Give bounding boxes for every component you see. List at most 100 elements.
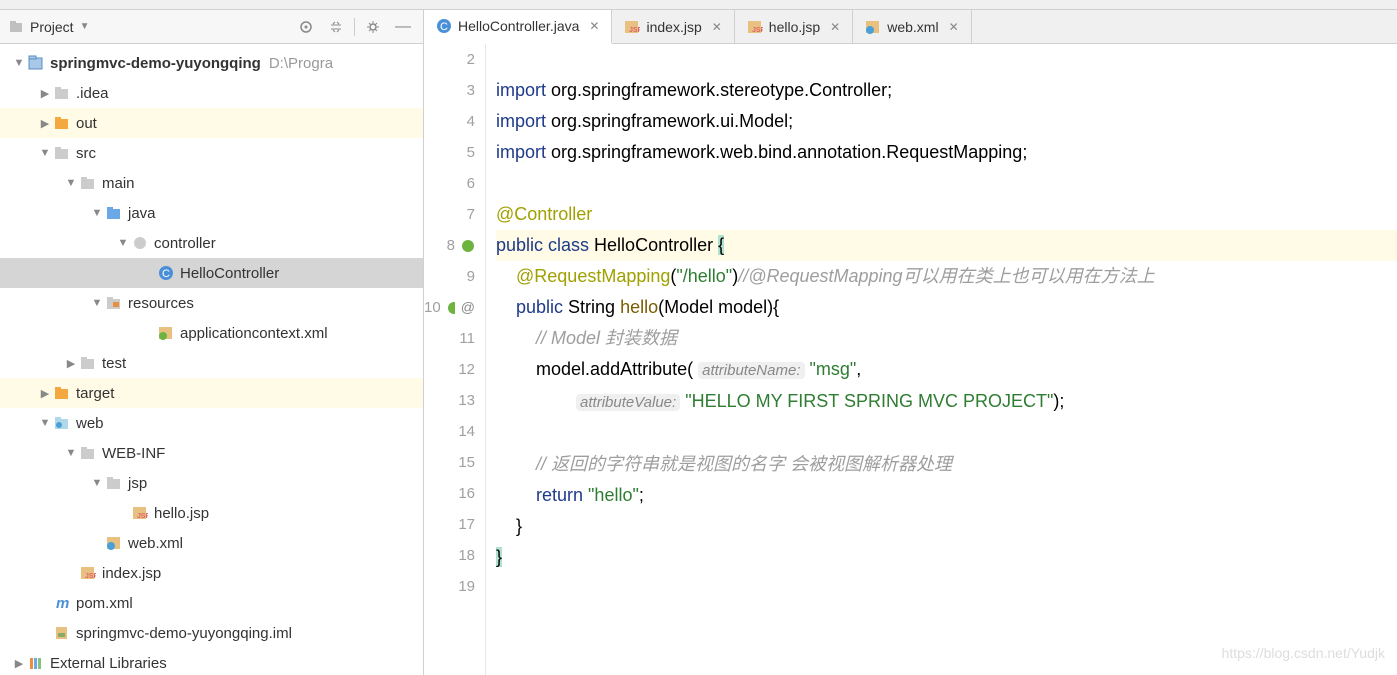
tree-arrow[interactable]: ▼ bbox=[90, 297, 104, 309]
close-tab-icon[interactable]: ✕ bbox=[712, 20, 722, 34]
tree-item-out[interactable]: ▶ out bbox=[0, 108, 423, 138]
tab-hellocontroller-java[interactable]: CHelloController.java✕ bbox=[424, 10, 612, 44]
tree-item-pom-xml[interactable]: mpom.xml bbox=[0, 588, 423, 618]
code-line-11: // Model 封装数据 bbox=[496, 323, 1397, 354]
code-line-7: @Controller bbox=[496, 199, 1397, 230]
code-line-13: attributeValue: "HELLO MY FIRST SPRING M… bbox=[496, 386, 1397, 418]
tree-item-src[interactable]: ▼src bbox=[0, 138, 423, 168]
tree-label: test bbox=[102, 355, 126, 372]
close-tab-icon[interactable]: ✕ bbox=[949, 20, 959, 34]
tree-item-springmvc-demo-yuyongqing[interactable]: ▼springmvc-demo-yuyongqingD:\Progra bbox=[0, 48, 423, 78]
tree-arrow[interactable]: ▶ bbox=[38, 117, 52, 130]
tree-label: pom.xml bbox=[76, 595, 133, 612]
tree-item-jsp[interactable]: ▼ jsp bbox=[0, 468, 423, 498]
folder-web-icon bbox=[52, 415, 72, 431]
tree-item-target[interactable]: ▶target bbox=[0, 378, 423, 408]
line-number: 4 bbox=[424, 106, 475, 137]
tree-arrow[interactable]: ▶ bbox=[12, 657, 26, 670]
tree-item-web-inf[interactable]: ▼WEB-INF bbox=[0, 438, 423, 468]
tree-item-springmvc-demo-yuyongqing-iml[interactable]: springmvc-demo-yuyongqing.iml bbox=[0, 618, 423, 648]
tree-arrow[interactable]: ▼ bbox=[64, 447, 78, 459]
code-line-14 bbox=[496, 418, 1397, 449]
tree-item-external-libraries[interactable]: ▶ External Libraries bbox=[0, 648, 423, 675]
tab-web-xml[interactable]: web.xml✕ bbox=[853, 10, 971, 43]
chevron-down-icon: ▼ bbox=[80, 21, 90, 32]
tree-item-applicationcontext-xml[interactable]: applicationcontext.xml bbox=[0, 318, 423, 348]
tree-item-hellocontroller[interactable]: CHelloController bbox=[0, 258, 423, 288]
folder-icon bbox=[78, 175, 98, 191]
tree-item-java[interactable]: ▼java bbox=[0, 198, 423, 228]
tree-arrow[interactable]: ▼ bbox=[64, 177, 78, 189]
jsp-icon: JSP bbox=[747, 19, 763, 35]
tree-arrow[interactable]: ▼ bbox=[38, 417, 52, 429]
code-line-17: } bbox=[496, 511, 1397, 542]
code-line-19 bbox=[496, 573, 1397, 604]
tree-arrow[interactable]: ▶ bbox=[38, 387, 52, 400]
tree-label: out bbox=[76, 115, 97, 132]
line-number: 3 bbox=[424, 75, 475, 106]
maven-icon: m bbox=[52, 595, 72, 611]
folder-orange-icon bbox=[52, 115, 72, 131]
tree-item-controller[interactable]: ▼ controller bbox=[0, 228, 423, 258]
code-line-6 bbox=[496, 168, 1397, 199]
tree-arrow[interactable]: ▼ bbox=[90, 207, 104, 219]
project-tree[interactable]: ▼springmvc-demo-yuyongqingD:\Progra ▶ .ide… bbox=[0, 44, 423, 675]
main-layout: Project ▼ — ▼springmvc-demo-yuyongqingD:… bbox=[0, 10, 1397, 675]
folder-icon bbox=[78, 355, 98, 371]
line-number: 12 bbox=[424, 354, 475, 385]
tree-label: springmvc-demo-yuyongqing.iml bbox=[76, 625, 292, 642]
tree-arrow[interactable]: ▶ bbox=[64, 357, 78, 370]
code-source[interactable]: import org.springframework.stereotype.Co… bbox=[486, 44, 1397, 675]
resources-icon bbox=[104, 295, 124, 311]
tree-item-resources[interactable]: ▼resources bbox=[0, 288, 423, 318]
tree-item-main[interactable]: ▼main bbox=[0, 168, 423, 198]
class-icon: C bbox=[156, 265, 176, 281]
tree-arrow[interactable]: ▼ bbox=[90, 477, 104, 489]
tab-label: index.jsp bbox=[646, 19, 701, 35]
tree-item-index-jsp[interactable]: JSP index.jsp bbox=[0, 558, 423, 588]
folder-icon bbox=[78, 445, 98, 461]
editor-tab-bar: CHelloController.java✕JSPindex.jsp✕JSPhe… bbox=[424, 10, 1397, 44]
tree-label: .idea bbox=[76, 85, 109, 102]
collapse-all-button[interactable] bbox=[324, 15, 348, 39]
code-line-18: } bbox=[496, 542, 1397, 573]
tree-item--idea[interactable]: ▶ .idea bbox=[0, 78, 423, 108]
svg-text:JSP: JSP bbox=[85, 573, 96, 580]
code-line-5: import org.springframework.web.bind.anno… bbox=[496, 137, 1397, 168]
jsp-icon: JSP bbox=[624, 19, 640, 35]
tree-label: controller bbox=[154, 235, 216, 252]
code-line-16: return "hello"; bbox=[496, 480, 1397, 511]
tree-item-web[interactable]: ▼web bbox=[0, 408, 423, 438]
tree-arrow[interactable]: ▼ bbox=[116, 237, 130, 249]
gutter: 2345678910@111213141516171819 bbox=[424, 44, 486, 675]
tree-label: index.jsp bbox=[102, 565, 161, 582]
close-tab-icon[interactable]: ✕ bbox=[830, 20, 840, 34]
project-icon bbox=[8, 19, 24, 35]
project-panel-title[interactable]: Project ▼ bbox=[8, 19, 89, 35]
line-number: 18 bbox=[424, 540, 475, 571]
close-tab-icon[interactable]: ✕ bbox=[589, 19, 599, 33]
hide-button[interactable]: — bbox=[391, 15, 415, 39]
tree-label: External Libraries bbox=[50, 655, 167, 672]
package-icon bbox=[130, 235, 150, 251]
tree-item-hello-jsp[interactable]: JSPhello.jsp bbox=[0, 498, 423, 528]
tree-arrow[interactable]: ▼ bbox=[38, 147, 52, 159]
code-line-10: public String hello(Model model){ bbox=[496, 292, 1397, 323]
line-number: 7 bbox=[424, 199, 475, 230]
code-editor[interactable]: 2345678910@111213141516171819 import org… bbox=[424, 44, 1397, 675]
tree-item-web-xml[interactable]: web.xml bbox=[0, 528, 423, 558]
locate-button[interactable] bbox=[294, 15, 318, 39]
tree-label: jsp bbox=[128, 475, 147, 492]
line-number: 17 bbox=[424, 509, 475, 540]
tree-arrow[interactable]: ▼ bbox=[12, 57, 26, 69]
panel-title-text: Project bbox=[30, 19, 74, 35]
svg-text:JSP: JSP bbox=[629, 27, 640, 34]
xml-web-icon bbox=[865, 19, 881, 35]
gear-icon[interactable] bbox=[361, 15, 385, 39]
tab-hello-jsp[interactable]: JSPhello.jsp✕ bbox=[735, 10, 853, 43]
line-number: 16 bbox=[424, 478, 475, 509]
line-number: 9 bbox=[424, 261, 475, 292]
tab-index-jsp[interactable]: JSP index.jsp ✕ bbox=[612, 10, 734, 43]
tree-arrow[interactable]: ▶ bbox=[38, 87, 52, 100]
tree-item-test[interactable]: ▶ test bbox=[0, 348, 423, 378]
